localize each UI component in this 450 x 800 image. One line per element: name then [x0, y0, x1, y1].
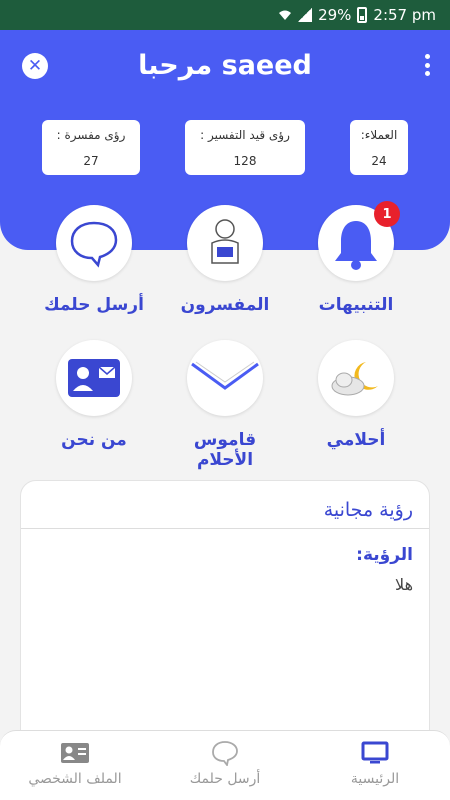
card-title: رؤية مجانية: [21, 481, 429, 529]
stat-value: 27: [83, 154, 99, 168]
open-book-icon: [187, 340, 263, 416]
menu-dot-icon: [424, 54, 430, 59]
nav-send-dream[interactable]: أرسل حلمك: [150, 731, 300, 800]
reader-person-icon: [187, 205, 263, 281]
menu-dot-icon: [424, 62, 430, 68]
stat-value: 128: [233, 154, 257, 168]
nav-send-dream-label: أرسل حلمك: [189, 771, 261, 787]
stat-value: 24: [371, 154, 387, 168]
bell-icon: 1: [318, 201, 400, 281]
nav-profile[interactable]: الملف الشخصي: [0, 731, 150, 800]
dictionary-item[interactable]: قاموس الأحلام: [165, 340, 285, 470]
chat-bubble-icon: [150, 741, 300, 766]
battery-percent: 29%: [318, 6, 352, 24]
monitor-icon: [300, 741, 450, 765]
notifications-item[interactable]: 1 التنبيهات: [296, 201, 416, 315]
stat-label: رؤى قيد التفسير :: [200, 128, 290, 142]
signal-icon: [298, 8, 313, 22]
page-title: مرحبا saeed: [138, 50, 312, 81]
bottom-nav: الملف الشخصي أرسل حلمك الرئيسية: [0, 730, 450, 800]
interpreters-label: المفسرون: [180, 295, 270, 315]
send-dream-label: أرسل حلمك: [44, 295, 144, 315]
more-menu-button[interactable]: [422, 52, 432, 78]
nav-home[interactable]: الرئيسية: [300, 731, 450, 800]
nav-profile-label: الملف الشخصي: [28, 771, 122, 787]
wifi-icon: [278, 8, 292, 22]
notification-badge: 1: [374, 201, 400, 227]
stat-label: رؤى مفسرة :: [56, 128, 126, 142]
about-us-item[interactable]: من نحن: [34, 340, 154, 450]
my-dreams-item[interactable]: أحلامي: [296, 340, 416, 450]
stat-pending: رؤى قيد التفسير : 128: [185, 120, 305, 175]
my-dreams-label: أحلامي: [326, 430, 386, 450]
moon-cloud-icon: [318, 340, 394, 416]
contact-card-icon: [56, 340, 132, 416]
id-card-icon: [0, 741, 150, 765]
chat-bubble-icon: [56, 205, 132, 281]
status-bar: 29% 2:57 pm: [0, 0, 450, 30]
nav-home-label: الرئيسية: [350, 771, 400, 787]
interpreters-item[interactable]: المفسرون: [165, 205, 285, 315]
stat-label: العملاء:: [360, 128, 398, 142]
notifications-label: التنبيهات: [318, 295, 394, 315]
send-dream-item[interactable]: أرسل حلمك: [34, 205, 154, 315]
dictionary-label: قاموس الأحلام: [193, 430, 257, 470]
about-us-label: من نحن: [61, 430, 127, 450]
status-time: 2:57 pm: [373, 6, 436, 24]
card-subtitle: الرؤية:: [356, 545, 413, 565]
card-text: هلا: [395, 575, 413, 594]
stat-clients: العملاء: 24: [350, 120, 408, 175]
free-dream-card: رؤية مجانية الرؤية: هلا: [20, 480, 430, 750]
menu-dot-icon: [424, 71, 430, 76]
battery-icon: [357, 7, 368, 23]
stat-interpreted: رؤى مفسرة : 27: [42, 120, 140, 175]
